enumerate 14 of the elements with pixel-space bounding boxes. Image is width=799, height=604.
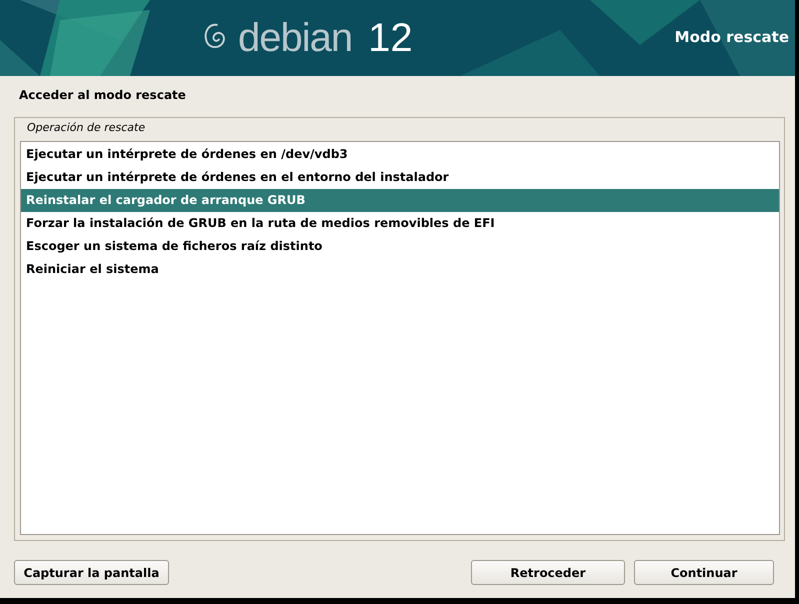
list-item[interactable]: Forzar la instalación de GRUB en la ruta de medios removibles de EFI [21,212,779,235]
back-button[interactable]: Retroceder [471,560,625,585]
logo-text: debian [238,15,352,61]
list-item[interactable]: Escoger un sistema de ficheros raíz distinto [21,235,779,258]
list-item[interactable]: Ejecutar un intérprete de órdenes en el entorno del instalador [21,166,779,189]
list-item[interactable]: Reiniciar el sistema [21,258,779,281]
screenshot-button[interactable]: Capturar la pantalla [14,560,169,585]
mode-title: Modo rescate [674,28,789,46]
list-item[interactable]: Reinstalar el cargador de arranque GRUB [21,189,779,212]
version-number: 12 [368,15,413,61]
group-legend: Operación de rescate [20,118,780,141]
page-heading: Acceder al modo rescate [19,88,187,104]
list-item[interactable]: Ejecutar un intérprete de órdenes en /dev/vdb3 [21,143,779,166]
continue-button[interactable]: Continuar [634,560,774,585]
